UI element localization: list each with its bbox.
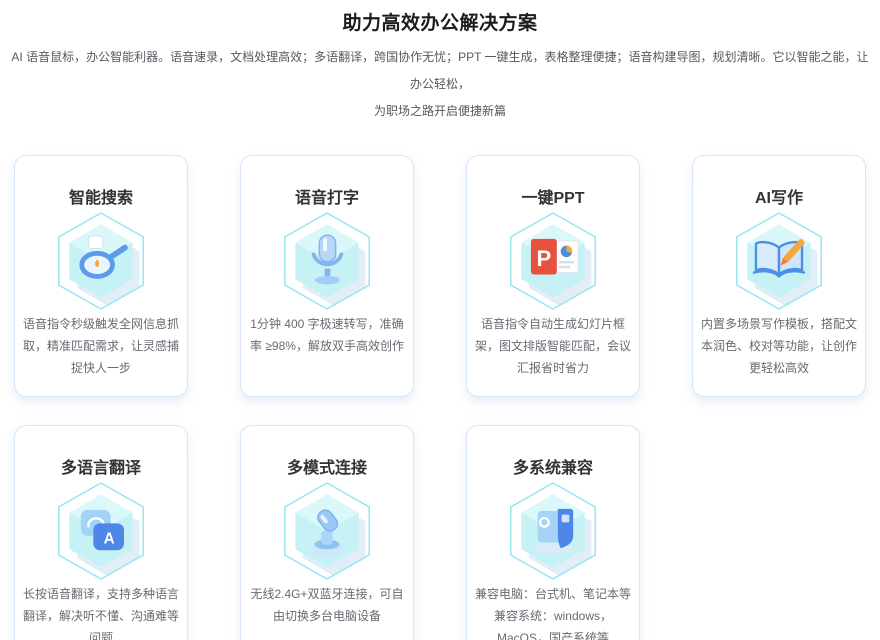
- ppt-letter: P: [537, 246, 552, 271]
- feature-card-smart-search: 智能搜索 语音指令秒级触发全网信息抓 取，精准匹配需求，让灵感捕 捉快人一步: [14, 155, 188, 397]
- card-title: 多语言翻译: [61, 454, 141, 478]
- feature-card-multi-mode-connection: 多模式连接 无线2.4G+双蓝牙连接，可自 由切换多台电脑设备: [240, 425, 414, 640]
- feature-cards-grid: 智能搜索 语音指令秒级触发全网信息抓 取，精准匹配需求，让灵感捕 捉快人一步 语…: [0, 155, 880, 640]
- system-icon: [505, 481, 601, 581]
- card-description: 长按语音翻译，支持多种语言 翻译，解决听不懂、沟通难等 问题: [19, 583, 183, 640]
- card-title: 语音打字: [295, 184, 359, 208]
- card-title: 多系统兼容: [513, 454, 593, 478]
- microphone-icon: [279, 211, 375, 311]
- card-title: AI写作: [755, 184, 803, 208]
- card-description: 无线2.4G+双蓝牙连接，可自 由切换多台电脑设备: [246, 583, 407, 627]
- feature-card-ai-writing: AI写作 内置多场景写作模板，搭配文 本润色、校对等功能，让创作 更轻松高效: [692, 155, 866, 397]
- card-title: 多模式连接: [287, 454, 367, 478]
- feature-card-voice-typing: 语音打字 1分钟 400 字极速转写，准确 率 ≥98%，解放双手高效创作: [240, 155, 414, 397]
- solutions-section: 助力高效办公解决方案 AI 语音鼠标，办公智能利器。语音速录，文档处理高效；多语…: [0, 8, 880, 640]
- powerpoint-icon: P: [505, 211, 601, 311]
- feature-card-one-click-ppt: 一键PPT P 语音指令自动生成幻灯片框 架，图文排版智能匹配，会议 汇报省时省…: [466, 155, 640, 397]
- page-subtitle: AI 语音鼠标，办公智能利器。语音速录，文档处理高效；多语翻译，跨国协作无忧；P…: [0, 44, 880, 125]
- feature-card-multi-system-compatibility: 多系统兼容 兼容电脑：台式机、笔记本等 兼容系统：windows， MacOS，…: [466, 425, 640, 640]
- book-pencil-icon: [731, 211, 827, 311]
- page-title: 助力高效办公解决方案: [0, 8, 880, 35]
- translate-icon: A: [53, 481, 149, 581]
- card-description: 1分钟 400 字极速转写，准确 率 ≥98%，解放双手高效创作: [246, 313, 408, 357]
- connector-icon: [279, 481, 375, 581]
- card-description: 语音指令自动生成幻灯片框 架，图文排版智能匹配，会议 汇报省时省力: [471, 313, 635, 379]
- card-title: 智能搜索: [69, 184, 133, 208]
- card-description: 语音指令秒级触发全网信息抓 取，精准匹配需求，让灵感捕 捉快人一步: [19, 313, 183, 379]
- card-description: 内置多场景写作模板，搭配文 本润色、校对等功能，让创作 更轻松高效: [697, 313, 861, 379]
- card-description: 兼容电脑：台式机、笔记本等 兼容系统：windows， MacOS，国产系统等: [471, 583, 635, 640]
- search-icon: [53, 211, 149, 311]
- card-title: 一键PPT: [521, 184, 584, 208]
- translate-letter: A: [104, 530, 115, 547]
- feature-card-multi-language-translate: 多语言翻译 A 长按语音翻译，支持多种语言 翻译，解决听不懂、沟通难等 问题: [14, 425, 188, 640]
